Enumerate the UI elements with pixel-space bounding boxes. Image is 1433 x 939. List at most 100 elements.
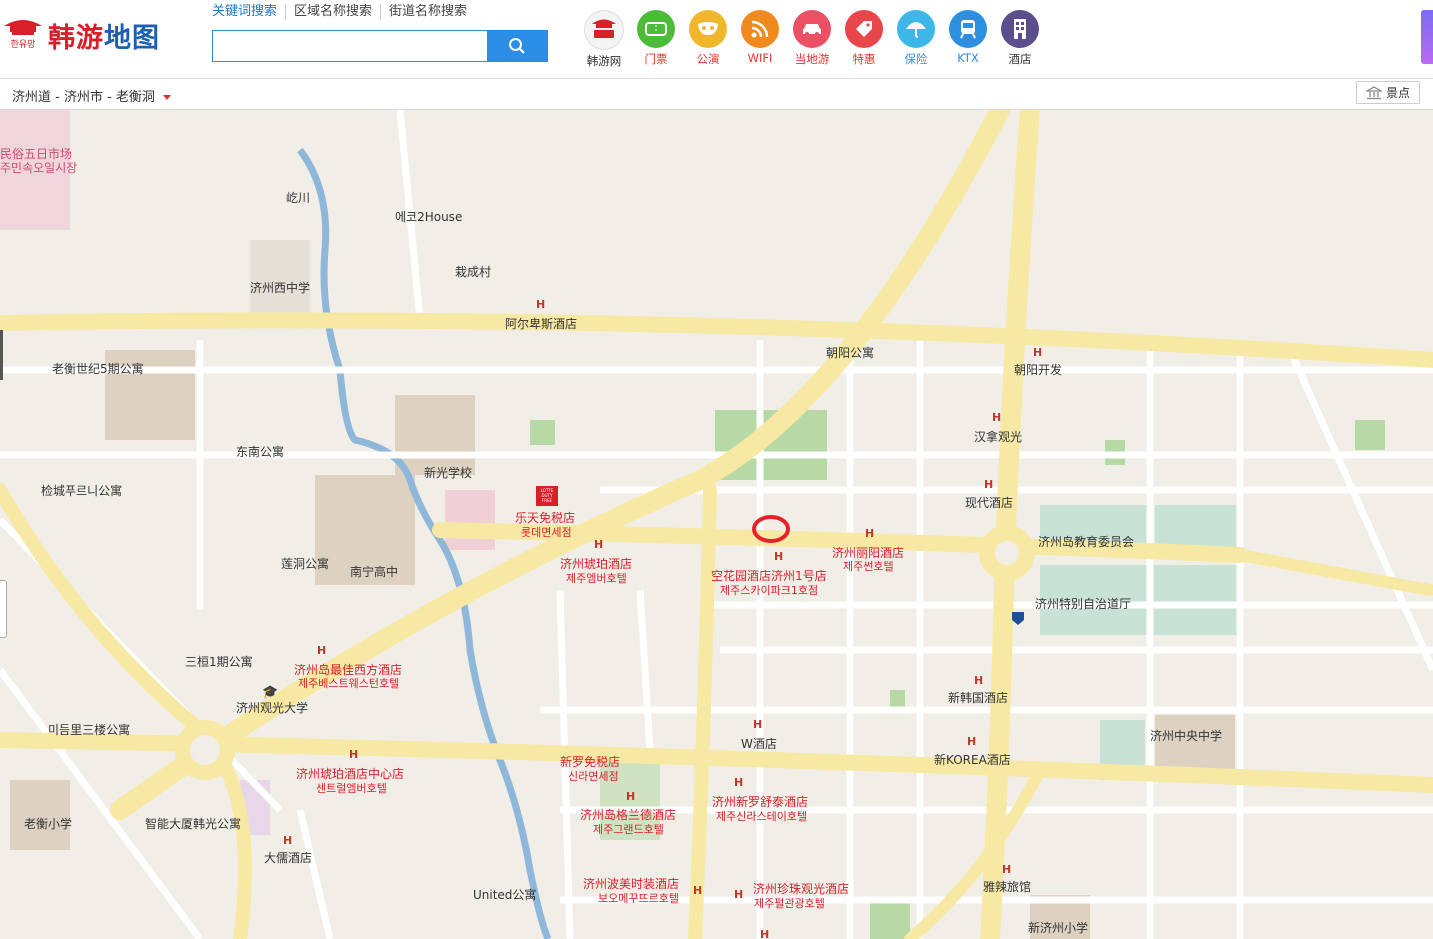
map-label[interactable]: 에코2House xyxy=(395,210,462,224)
nav-wifi[interactable]: WIFI xyxy=(734,10,786,69)
hotel-marker-icon[interactable]: H xyxy=(1033,346,1042,359)
spot-filter-button[interactable]: 景点 xyxy=(1356,81,1420,104)
map-label[interactable]: 三桓1期公寓 xyxy=(185,654,253,669)
map-label[interactable]: 济州岛教育委员会 xyxy=(1038,534,1134,549)
hotel-marker-icon[interactable]: H xyxy=(1002,863,1011,876)
tab-region-search[interactable]: 区域名称搜索 xyxy=(285,4,380,20)
map-label[interactable]: 제주신라스테이호텔 xyxy=(716,810,807,823)
nav-wifi-label: WIFI xyxy=(747,51,773,65)
map-label[interactable]: 제주베스트웨스턴호텔 xyxy=(298,677,399,690)
map-label[interactable]: 雅辣旅馆 xyxy=(983,879,1031,894)
hotel-marker-icon[interactable]: H xyxy=(626,790,635,803)
map-label[interactable]: 신라면세점 xyxy=(568,770,619,783)
map-label[interactable]: 莲洞公寓 xyxy=(281,556,329,571)
map-label[interactable]: 济州丽阳酒店 xyxy=(832,545,904,560)
umbrella-icon xyxy=(897,10,935,48)
map-label[interactable]: 新济州小学 xyxy=(1028,920,1088,935)
map-label[interactable]: 济州珍珠观光酒店 xyxy=(753,881,849,896)
map-label[interactable]: 智能大厦韩光公寓 xyxy=(145,816,241,831)
map-label[interactable]: 济州特别自治道厅 xyxy=(1035,596,1131,611)
map-label[interactable]: 제주썬호텔 xyxy=(843,560,894,573)
map-label[interactable]: 센트럴엠버호텔 xyxy=(316,782,387,795)
map-svg[interactable]: LOTTE DUTY FREE H H H H H H H H H H H H … xyxy=(0,110,1433,939)
nav-hotel[interactable]: 酒店 xyxy=(994,10,1046,69)
hotel-marker-icon[interactable]: H xyxy=(536,298,545,311)
map-label[interactable]: 新KOREA酒店 xyxy=(934,752,1011,767)
nav-ktx[interactable]: KTX xyxy=(942,10,994,69)
map-side-toggle[interactable] xyxy=(0,580,7,638)
map-label[interactable]: 济州观光大学 xyxy=(236,700,308,715)
hotel-marker-icon[interactable]: H xyxy=(974,674,983,687)
map-label[interactable]: 朝阳开发 xyxy=(1014,362,1062,377)
hotel-marker-icon[interactable]: H xyxy=(349,748,358,761)
map-label[interactable]: United公寓 xyxy=(473,887,536,902)
map-label[interactable]: 주민속오일시장 xyxy=(0,161,77,175)
map-label[interactable]: 南宁高中 xyxy=(350,564,398,579)
map-label[interactable]: 제주그랜드호텔 xyxy=(593,823,664,836)
map-label[interactable]: 济州岛格兰德酒店 xyxy=(580,807,676,822)
dropdown-caret-icon[interactable] xyxy=(162,95,171,100)
tab-keyword-search[interactable]: 关键词搜索 xyxy=(212,4,285,20)
hotel-marker-icon[interactable]: H xyxy=(865,527,874,540)
hotel-marker-icon[interactable]: H xyxy=(984,478,993,491)
map-label[interactable]: 屹川 xyxy=(286,191,310,205)
map-label[interactable]: 大儒酒店 xyxy=(264,851,312,865)
map-edge-tab[interactable] xyxy=(0,330,3,380)
search-input[interactable] xyxy=(213,31,487,61)
map-label[interactable]: 济州中央中学 xyxy=(1150,728,1222,743)
hotel-marker-icon[interactable]: H xyxy=(693,884,702,897)
map-label[interactable]: 民俗五日市场 xyxy=(0,146,72,161)
hotel-marker-icon[interactable]: H xyxy=(967,735,976,748)
map-label[interactable]: 제주펄관광호텔 xyxy=(754,897,825,910)
tab-street-search[interactable]: 街道名称搜索 xyxy=(380,4,475,20)
hotel-marker-icon[interactable]: H xyxy=(734,776,743,789)
map-label[interactable]: 济州波美时装酒店 xyxy=(583,876,679,891)
map-label[interactable]: 新韩国酒店 xyxy=(948,690,1008,705)
map-canvas[interactable]: LOTTE DUTY FREE H H H H H H H H H H H H … xyxy=(0,110,1433,939)
map-label[interactable]: 乐天免税店 xyxy=(515,510,575,525)
map-label[interactable]: 롯데면세점 xyxy=(521,526,572,539)
nav-show[interactable]: 公演 xyxy=(682,10,734,69)
hotel-marker-icon[interactable]: H xyxy=(594,538,603,551)
map-label[interactable]: 检城푸르니公寓 xyxy=(41,483,122,498)
map-label[interactable]: 济州西中学 xyxy=(250,280,310,295)
map-label[interactable]: 济州琥珀酒店中心店 xyxy=(296,766,404,781)
map-label[interactable]: 老衡小学 xyxy=(24,816,72,831)
map-label[interactable]: 济州岛最佳西方酒店 xyxy=(294,662,402,677)
map-label[interactable]: 空花园酒店济州1号店 xyxy=(711,568,827,583)
hotel-marker-icon[interactable]: H xyxy=(753,718,762,731)
nav-ticket[interactable]: 门票 xyxy=(630,10,682,69)
hotel-marker-icon[interactable]: H xyxy=(734,888,743,901)
map-label[interactable]: 보오메꾸뜨르호텔 xyxy=(598,892,679,905)
map-label[interactable]: 栽成村 xyxy=(455,265,491,279)
hotel-marker-icon[interactable]: H xyxy=(992,411,1001,424)
map-label[interactable]: 朝阳公寓 xyxy=(826,345,874,360)
map-label[interactable]: 新罗免税店 xyxy=(560,754,620,769)
map-label[interactable]: 老衡世纪5期公寓 xyxy=(52,361,144,376)
map-label[interactable]: 미듬里三楼公寓 xyxy=(48,722,130,737)
hotel-marker-icon[interactable]: H xyxy=(760,928,769,939)
map-label[interactable]: W酒店 xyxy=(741,737,777,751)
map-label[interactable]: 新光学校 xyxy=(424,465,472,480)
nav-insurance[interactable]: 保险 xyxy=(890,10,942,69)
map-label[interactable]: 现代酒店 xyxy=(965,496,1013,510)
nav-hanyou[interactable]: 韩游网 xyxy=(578,10,630,69)
map-label[interactable]: 阿尔卑斯酒店 xyxy=(505,316,577,331)
search-button[interactable] xyxy=(487,31,547,61)
map-label[interactable]: 제주스카이파크1호점 xyxy=(720,584,818,597)
side-banner-tab[interactable] xyxy=(1421,10,1433,64)
nav-local-tour[interactable]: 当地游 xyxy=(786,10,838,69)
hotel-marker-icon[interactable]: H xyxy=(774,550,783,563)
map-label[interactable]: 济州琥珀酒店 xyxy=(560,556,632,571)
hanyou-map-logo[interactable]: 한유망 韩游地图 xyxy=(2,14,182,54)
nav-sale[interactable]: 特惠 xyxy=(838,10,890,69)
hotel-marker-icon[interactable]: H xyxy=(317,644,326,657)
region-breadcrumb[interactable]: 济州道 - 济州市 - 老衡洞 xyxy=(12,86,171,105)
lotte-duty-free-logo[interactable]: LOTTE DUTY FREE xyxy=(536,486,558,506)
map-label[interactable]: 东南公寓 xyxy=(236,444,284,459)
map-label[interactable]: 汉拿观光 xyxy=(974,429,1022,444)
map-label[interactable]: 济州新罗舒泰酒店 xyxy=(712,794,808,809)
hotel-marker-icon[interactable]: H xyxy=(283,834,292,847)
nav-insurance-label: 保险 xyxy=(904,52,928,66)
map-label[interactable]: 제주엠버호텔 xyxy=(566,572,627,585)
